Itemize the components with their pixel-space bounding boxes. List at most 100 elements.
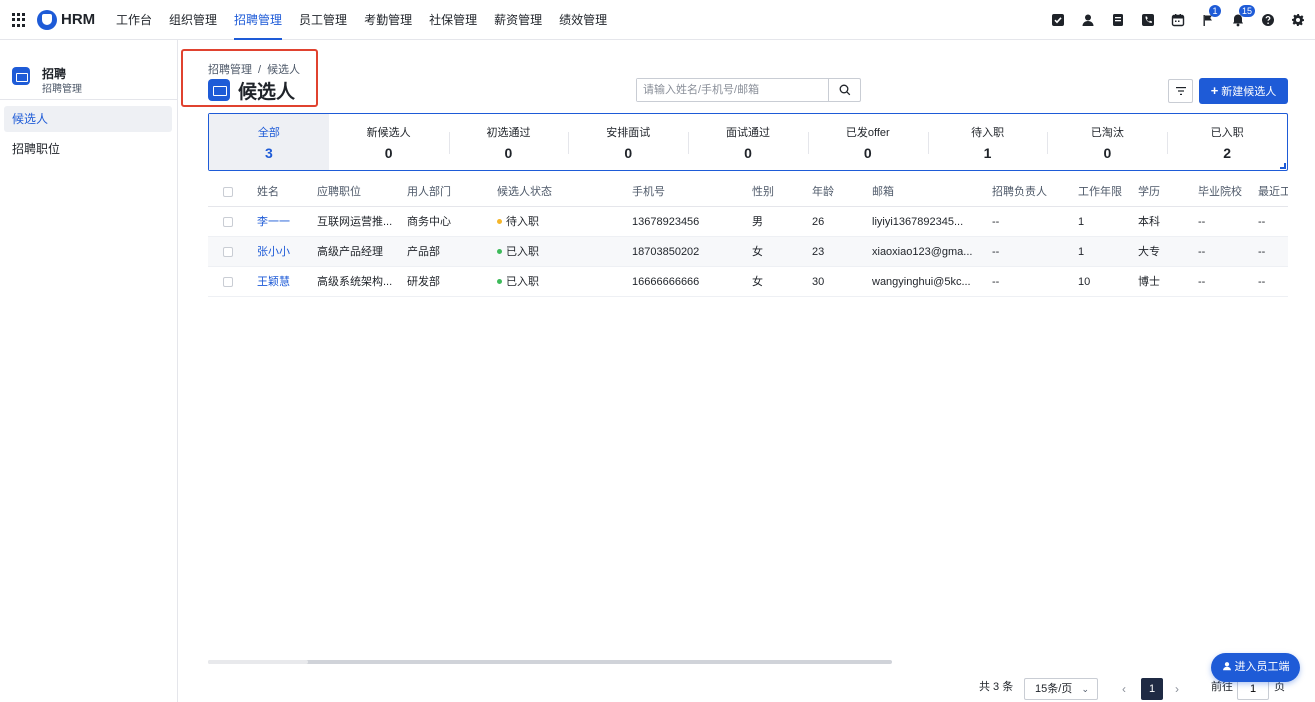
row-checkbox[interactable] xyxy=(223,247,233,257)
column-header[interactable]: 学历 xyxy=(1138,177,1188,207)
email-cell: liyiyi1367892345... xyxy=(872,216,964,228)
row-checkbox[interactable] xyxy=(223,277,233,287)
gender-cell: 女 xyxy=(752,276,763,288)
education-cell: 大专 xyxy=(1138,246,1160,258)
total-count: 共 3 条 xyxy=(979,681,1014,693)
column-header[interactable]: 毕业院校 xyxy=(1198,177,1253,207)
candidate-name-link[interactable]: 张小小 xyxy=(257,237,312,267)
nav-item-social-security[interactable]: 社保管理 xyxy=(429,0,477,40)
column-header[interactable]: 姓名 xyxy=(257,177,312,207)
gear-icon[interactable] xyxy=(1291,13,1305,27)
sidebar-item-candidates[interactable]: 候选人 xyxy=(4,106,172,132)
checkbox-icon[interactable] xyxy=(1051,13,1065,27)
phone-cell: 18703850202 xyxy=(632,246,700,258)
sidebar-item-positions[interactable]: 招聘职位 xyxy=(4,136,172,162)
education-cell: 博士 xyxy=(1138,276,1160,288)
select-all-checkbox[interactable] xyxy=(223,187,233,197)
gender-cell: 女 xyxy=(752,246,763,258)
recent-cell: -- xyxy=(1258,216,1266,228)
main-nav: 工作台 组织管理 招聘管理 员工管理 考勤管理 社保管理 薪资管理 绩效管理 xyxy=(116,0,624,40)
nav-item-employees[interactable]: 员工管理 xyxy=(299,0,347,40)
filter-icon xyxy=(1175,87,1186,95)
tab-eliminated[interactable]: 已淘汰 0 xyxy=(1047,114,1167,170)
tab-new[interactable]: 新候选人 0 xyxy=(329,114,449,170)
bell-icon[interactable]: 15 xyxy=(1231,5,1256,27)
search-button[interactable] xyxy=(828,79,860,101)
recruiter-cell: -- xyxy=(992,216,1000,228)
tab-interview-scheduled[interactable]: 安排面试 0 xyxy=(568,114,688,170)
calendar-icon[interactable] xyxy=(1171,13,1185,27)
new-candidate-button[interactable]: + 新建候选人 xyxy=(1199,78,1288,104)
search-input[interactable] xyxy=(637,79,829,101)
page-size-select[interactable]: 15条/页 ⌄ xyxy=(1024,678,1098,700)
user-icon xyxy=(1222,662,1231,671)
tab-pending-onboard[interactable]: 待入职 1 xyxy=(927,114,1048,170)
toolbar: 1 15 xyxy=(1035,0,1305,40)
candidate-name-link[interactable]: 李一一 xyxy=(257,207,312,237)
scrollbar-thumb[interactable] xyxy=(208,660,308,664)
document-icon[interactable] xyxy=(1111,13,1125,27)
column-header[interactable]: 性别 xyxy=(752,177,802,207)
tab-count: 0 xyxy=(624,145,633,161)
table-row[interactable]: 张小小 高级产品经理 产品部 已入职 18703850202 女 23 xiao… xyxy=(208,237,1288,267)
flag-icon[interactable]: 1 xyxy=(1201,5,1221,27)
briefcase-icon xyxy=(208,79,230,101)
phone-icon[interactable] xyxy=(1141,13,1155,27)
status-text: 已入职 xyxy=(506,276,539,288)
status-dot-icon xyxy=(497,278,502,284)
column-header[interactable]: 候选人状态 xyxy=(497,177,617,207)
app-grid-icon[interactable] xyxy=(12,13,26,27)
sidebar-subtitle: 招聘管理 xyxy=(42,84,82,95)
page-title: 候选人 xyxy=(238,82,296,103)
table-header: 姓名 应聘职位 用人部门 候选人状态 手机号 性别 年龄 邮箱 招聘负责人 工作… xyxy=(208,177,1288,207)
nav-item-recruitment[interactable]: 招聘管理 xyxy=(234,0,283,40)
user-icon[interactable] xyxy=(1081,13,1095,27)
column-header[interactable]: 招聘负责人 xyxy=(992,177,1062,207)
tab-label: 初选通过 xyxy=(486,127,531,139)
position-cell: 互联网运营推... xyxy=(317,216,393,228)
tab-offer-sent[interactable]: 已发offer 0 xyxy=(807,114,928,170)
page-number-current[interactable]: 1 xyxy=(1141,678,1163,700)
column-header[interactable]: 手机号 xyxy=(632,177,732,207)
app-name: HRM xyxy=(61,11,96,28)
filter-button[interactable] xyxy=(1168,79,1193,103)
candidate-name-link[interactable]: 王颖慧 xyxy=(257,267,312,297)
prev-page-icon[interactable]: ‹ xyxy=(1122,678,1126,700)
tab-label: 全部 xyxy=(257,127,280,139)
gender-cell: 男 xyxy=(752,216,763,228)
row-checkbox[interactable] xyxy=(223,217,233,227)
column-header[interactable]: 年龄 xyxy=(812,177,862,207)
tab-onboarded[interactable]: 已入职 2 xyxy=(1167,114,1287,170)
horizontal-scrollbar[interactable] xyxy=(208,660,892,664)
tab-label: 已入职 xyxy=(1210,127,1244,139)
column-header[interactable]: 最近工 xyxy=(1258,177,1288,207)
breadcrumb-parent[interactable]: 招聘管理 xyxy=(208,64,252,76)
nav-item-workbench[interactable]: 工作台 xyxy=(116,0,152,40)
tab-interview-passed[interactable]: 面试通过 0 xyxy=(688,114,808,170)
plus-icon: + xyxy=(1210,83,1219,98)
column-header[interactable]: 用人部门 xyxy=(407,177,487,207)
nav-item-payroll[interactable]: 薪资管理 xyxy=(494,0,542,40)
tab-count: 1 xyxy=(983,145,992,161)
tab-label: 安排面试 xyxy=(606,127,651,139)
resize-handle[interactable] xyxy=(1280,163,1286,169)
status-cell: 已入职 xyxy=(497,237,617,267)
column-header[interactable]: 应聘职位 xyxy=(317,177,397,207)
recruiter-cell: -- xyxy=(992,246,1000,258)
breadcrumb-separator: / xyxy=(258,64,262,76)
tab-all[interactable]: 全部 3 xyxy=(209,114,329,170)
table-row[interactable]: 李一一 互联网运营推... 商务中心 待入职 13678923456 男 26 … xyxy=(208,207,1288,237)
sidebar: 招聘 招聘管理 候选人 招聘职位 xyxy=(0,40,178,702)
employee-portal-button[interactable]: 进入员工端 xyxy=(1211,653,1300,682)
column-header[interactable]: 工作年限 xyxy=(1078,177,1133,207)
tab-label: 新候选人 xyxy=(366,127,411,139)
table-row[interactable]: 王颖慧 高级系统架构... 研发部 已入职 16666666666 女 30 w… xyxy=(208,267,1288,297)
next-page-icon[interactable]: › xyxy=(1175,678,1179,700)
tab-screened[interactable]: 初选通过 0 xyxy=(448,114,569,170)
tab-label: 已淘汰 xyxy=(1090,127,1124,139)
column-header[interactable]: 邮箱 xyxy=(872,177,982,207)
nav-item-attendance[interactable]: 考勤管理 xyxy=(364,0,412,40)
nav-item-performance[interactable]: 绩效管理 xyxy=(559,0,607,40)
help-icon[interactable] xyxy=(1261,13,1275,27)
nav-item-organization[interactable]: 组织管理 xyxy=(169,0,217,40)
